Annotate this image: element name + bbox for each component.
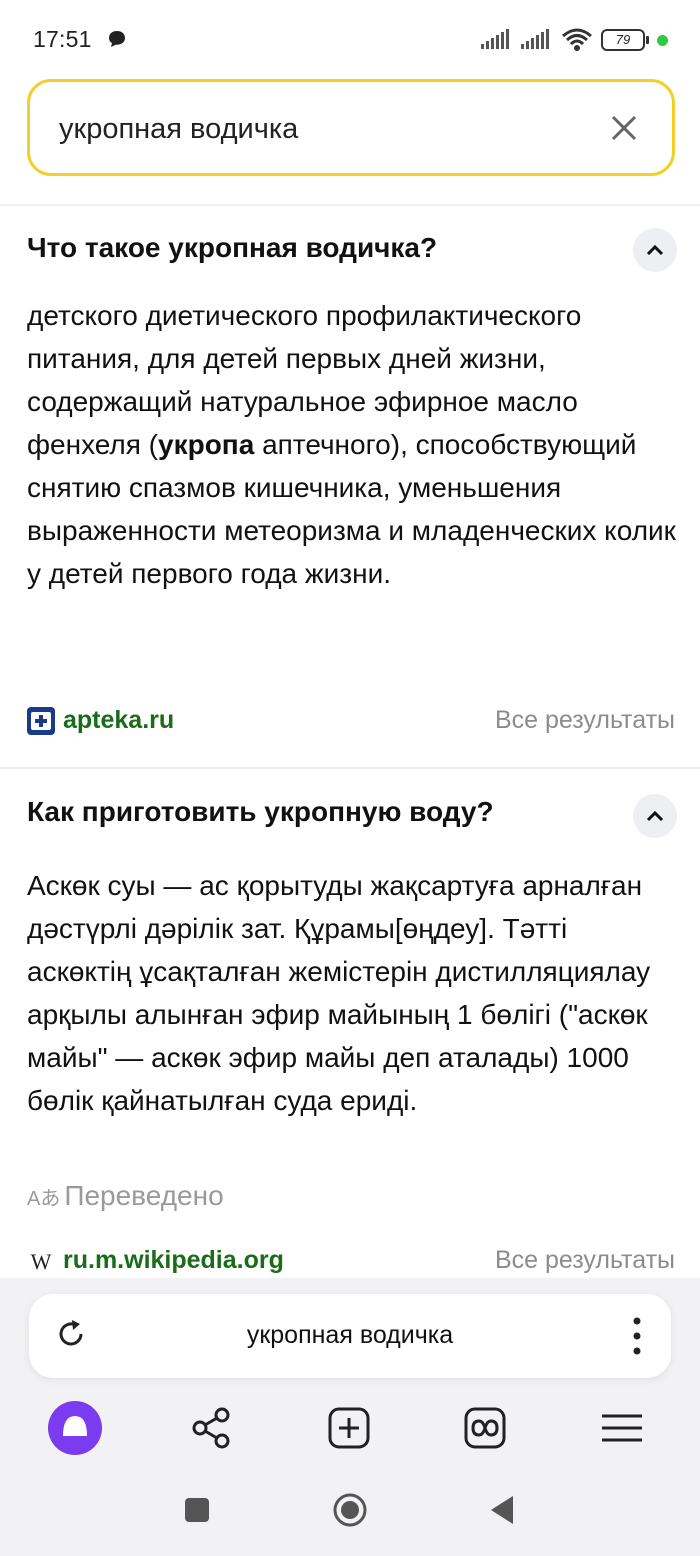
source-link[interactable]: ru.m.wikipedia.org [63, 1246, 284, 1275]
clear-icon[interactable] [604, 108, 644, 148]
home-icon[interactable] [330, 1490, 370, 1530]
address-bar[interactable]: укропная водичка [29, 1294, 671, 1378]
card-body-highlight: укропа [158, 429, 255, 460]
more-vertical-icon[interactable] [633, 1316, 641, 1356]
search-input[interactable]: укропная водичка [27, 79, 675, 176]
search-query-text[interactable]: укропная водичка [59, 113, 298, 146]
back-icon[interactable] [483, 1490, 523, 1530]
signal-icon [481, 29, 509, 49]
new-tab-icon[interactable] [321, 1400, 377, 1456]
privacy-indicator-dot [657, 34, 668, 46]
collapse-button[interactable] [633, 794, 677, 838]
card-body: детского диетического профилактического … [27, 294, 677, 595]
translate-icon: Aあ [27, 1188, 61, 1210]
source-row: W ru.m.wikipedia.org Все результаты [27, 1244, 675, 1280]
address-text[interactable]: укропная водичка [29, 1321, 671, 1350]
all-results-link[interactable]: Все результаты [495, 1246, 675, 1275]
status-bar: 17:51 79 [0, 0, 700, 76]
chevron-up-icon [646, 810, 664, 822]
share-icon[interactable] [184, 1400, 240, 1456]
source-link[interactable]: apteka.ru [63, 706, 174, 735]
wikipedia-icon: W [31, 1249, 52, 1274]
card-title[interactable]: Что такое укропная водичка? [27, 232, 437, 264]
status-time: 17:51 [33, 26, 92, 52]
card-body: Аскөк суы — ас қорытуды жақсартуға арнал… [27, 870, 651, 1116]
all-results-link[interactable]: Все результаты [495, 706, 675, 735]
recent-apps-icon[interactable] [177, 1490, 217, 1530]
svg-text:W: W [31, 1249, 52, 1274]
card-title[interactable]: Как приготовить укропную воду? [27, 796, 494, 828]
message-icon [109, 31, 125, 47]
translated-text: Переведено [64, 1180, 224, 1211]
translated-label: Aあ Переведено [27, 1180, 224, 1212]
chevron-up-icon [646, 244, 664, 256]
signal-icon-2 [521, 29, 549, 49]
battery-indicator: 79 [601, 29, 649, 51]
apteka-favicon-icon [27, 707, 55, 735]
tabs-icon[interactable] [457, 1400, 513, 1456]
source-row: apteka.ru Все результаты [27, 704, 675, 740]
alice-icon[interactable] [47, 1400, 103, 1456]
wifi-icon [562, 28, 592, 51]
menu-icon[interactable] [594, 1400, 650, 1456]
divider [0, 204, 700, 206]
collapse-button[interactable] [633, 228, 677, 272]
status-icons: 79 [481, 26, 668, 54]
divider [0, 767, 700, 769]
